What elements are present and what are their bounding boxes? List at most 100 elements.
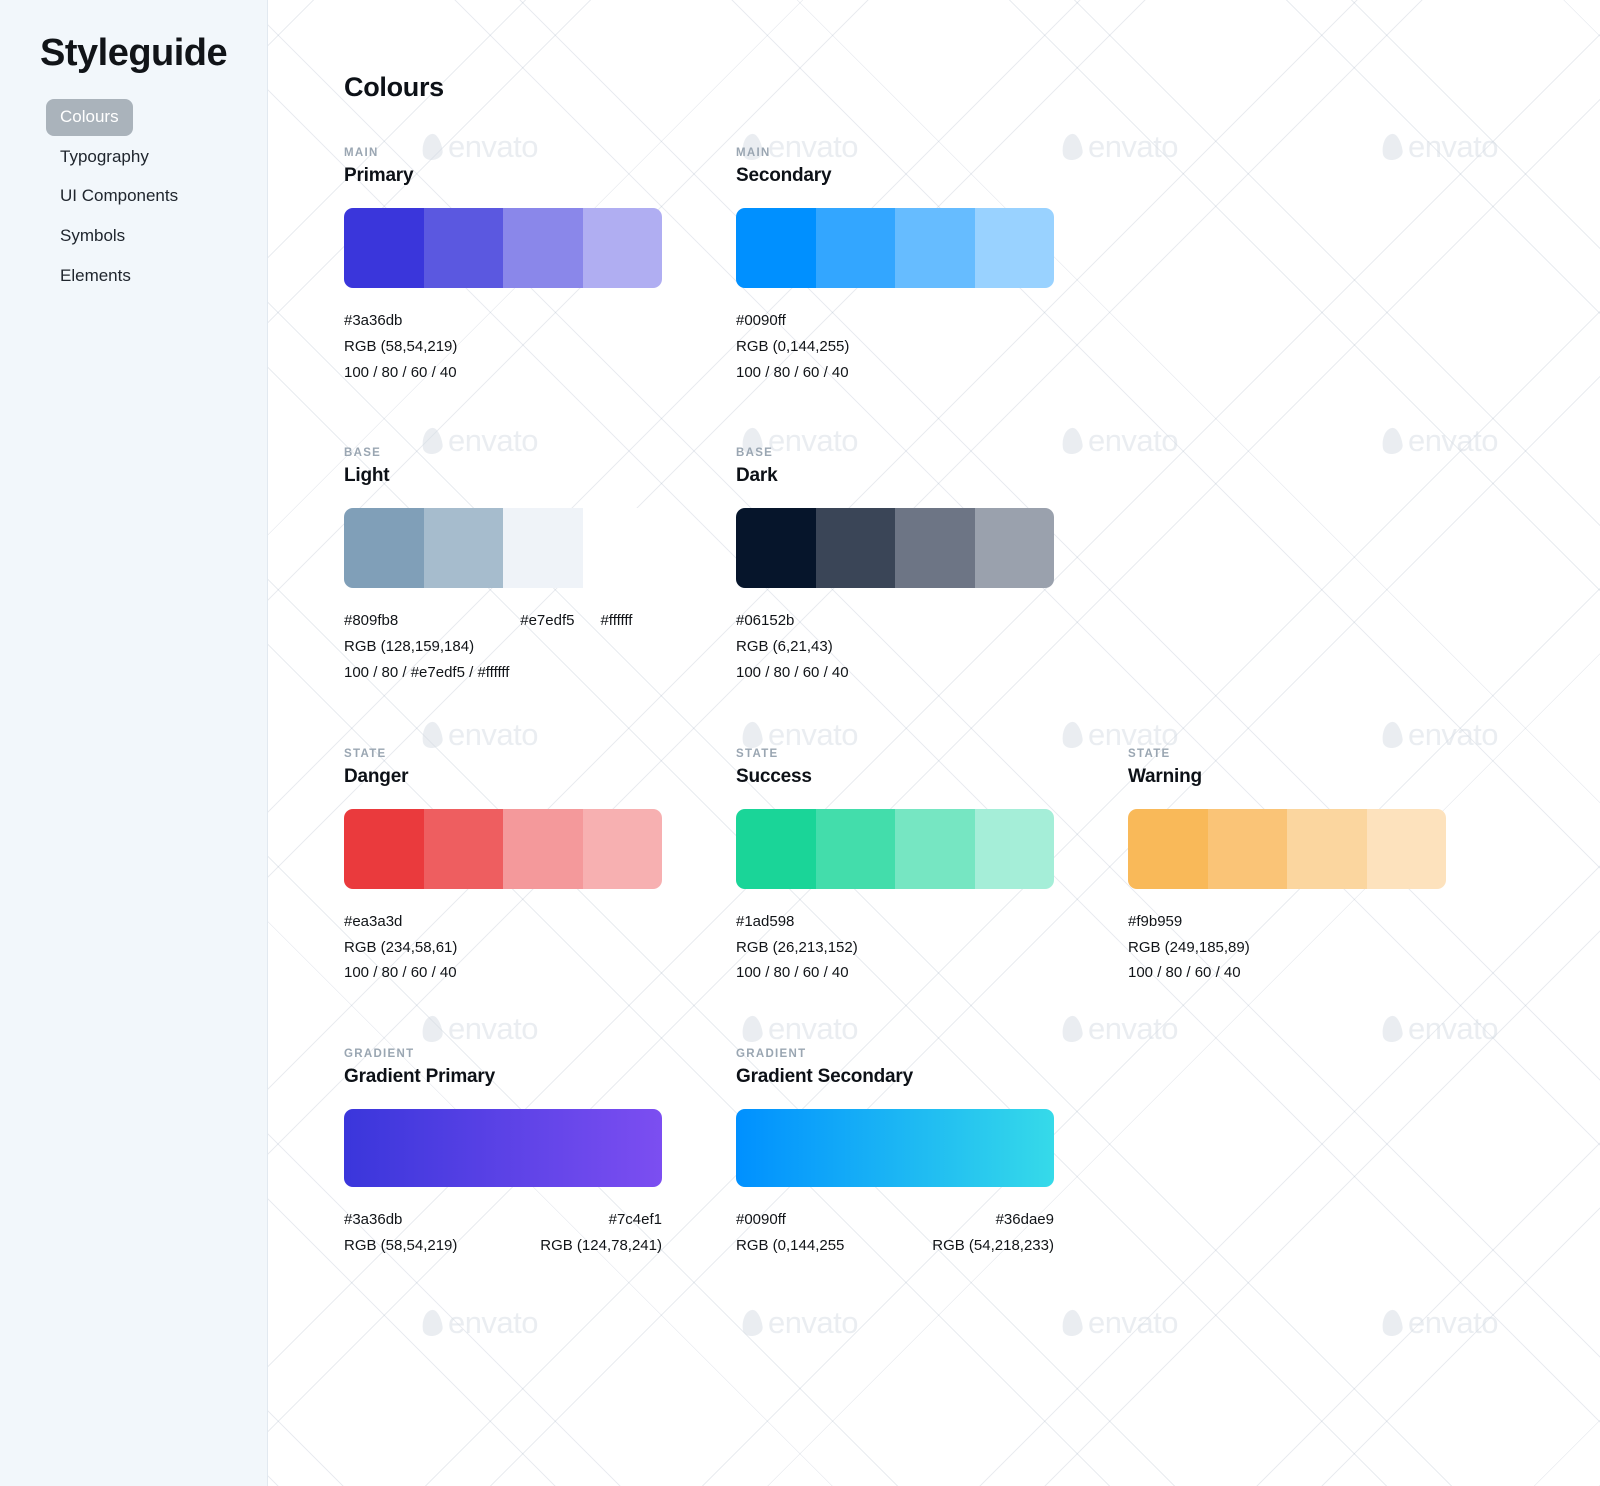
colour-segment[interactable] bbox=[1207, 808, 1287, 889]
styleguide-page: Styleguide Colours Typography UI Compone… bbox=[0, 0, 1600, 1486]
colour-segment[interactable] bbox=[895, 808, 975, 889]
colour-segment[interactable] bbox=[736, 508, 816, 589]
colour-segment[interactable] bbox=[423, 208, 503, 288]
colour-segment[interactable] bbox=[815, 808, 895, 889]
swatch-steps: 100 / 80 / #e7edf5 / #ffffff bbox=[344, 663, 510, 681]
swatch-card-dark: BASE Dark #06152b RGB (6,21,43) 100 / 80… bbox=[736, 447, 1066, 685]
gradient-rgb-row: RGB (58,54,219) RGB (124,78,241) bbox=[344, 1233, 662, 1259]
swatch-rgb: RGB (234,58,61) bbox=[344, 938, 458, 956]
colour-segment[interactable] bbox=[895, 508, 975, 589]
gradient-hex-to: #7c4ef1 bbox=[608, 1211, 662, 1229]
colour-segment[interactable] bbox=[815, 208, 895, 288]
swatch-hex: #0090ff bbox=[736, 312, 786, 329]
sidebar-nav: Colours Typography UI Components Symbols… bbox=[0, 99, 267, 297]
swatch-card-success: STATE Success #1ad598 RGB (26,213,152) 1… bbox=[736, 748, 1066, 986]
colour-segment[interactable] bbox=[736, 808, 816, 889]
swatch-steps: 100 / 80 / 60 / 40 bbox=[1128, 964, 1241, 982]
swatch-steps: 100 / 80 / 60 / 40 bbox=[736, 964, 849, 982]
colour-segment[interactable] bbox=[1128, 808, 1208, 889]
swatch-kicker: GRADIENT bbox=[344, 1048, 415, 1061]
sidebar: Styleguide Colours Typography UI Compone… bbox=[0, 0, 268, 1486]
swatch-name: Success bbox=[736, 765, 812, 787]
swatch-name: Warning bbox=[1128, 765, 1202, 787]
colour-bar-primary[interactable] bbox=[344, 208, 662, 288]
grid-spacer bbox=[1128, 147, 1520, 385]
colour-segment[interactable] bbox=[503, 808, 583, 889]
gradient-hex-from: #0090ff bbox=[736, 1211, 786, 1229]
swatch-rgb: RGB (249,185,89) bbox=[1128, 938, 1250, 956]
swatch-hex: #ea3a3d bbox=[344, 912, 403, 930]
gradient-bar-secondary[interactable] bbox=[736, 1109, 1054, 1188]
swatch-rgb: RGB (0,144,255) bbox=[736, 337, 850, 355]
colour-segment[interactable] bbox=[344, 508, 424, 589]
swatch-name: Light bbox=[344, 465, 390, 487]
sidebar-item-typography[interactable]: Typography bbox=[46, 139, 163, 176]
gradient-hex-from: #3a36db bbox=[344, 1211, 403, 1229]
colour-segment[interactable] bbox=[503, 208, 583, 288]
swatch-name: Gradient Secondary bbox=[736, 1066, 913, 1088]
gradient-hex-row: #0090ff #36dae9 bbox=[736, 1207, 1054, 1233]
swatch-rgb: RGB (6,21,43) bbox=[736, 638, 833, 656]
colour-segment[interactable] bbox=[582, 208, 662, 288]
swatch-rgb: RGB (58,54,219) bbox=[344, 337, 458, 355]
swatch-name: Gradient Primary bbox=[344, 1066, 495, 1088]
sidebar-item-colours[interactable]: Colours bbox=[46, 99, 133, 136]
gradient-rgb-row: RGB (0,144,255 RGB (54,218,233) bbox=[736, 1233, 1054, 1259]
swatch-hex-end: #ffffff bbox=[600, 612, 633, 630]
colour-bar-danger[interactable] bbox=[344, 808, 662, 889]
colour-bar-secondary[interactable] bbox=[736, 208, 1054, 288]
colour-segment[interactable] bbox=[503, 508, 583, 589]
section-title: Colours bbox=[344, 72, 444, 102]
colour-bar-dark[interactable] bbox=[736, 508, 1054, 589]
gradient-hex-to: #36dae9 bbox=[995, 1211, 1054, 1229]
colour-bar-success[interactable] bbox=[736, 808, 1054, 889]
swatch-kicker: STATE bbox=[1128, 747, 1171, 760]
swatch-card-gradient-secondary: GRADIENT Gradient Secondary #0090ff #36d… bbox=[736, 1048, 1066, 1259]
swatch-steps: 100 / 80 / 60 / 40 bbox=[736, 363, 849, 381]
colour-segment[interactable] bbox=[736, 208, 816, 288]
page-title: Styleguide bbox=[40, 32, 228, 74]
colour-swatch-grid: MAIN Primary #3a36db RGB (58,54,219) 100… bbox=[344, 147, 1600, 1259]
swatch-name: Primary bbox=[344, 165, 414, 186]
colour-segment[interactable] bbox=[1287, 808, 1367, 889]
colour-segment[interactable] bbox=[815, 508, 895, 589]
colour-segment[interactable] bbox=[974, 208, 1054, 288]
swatch-kicker: STATE bbox=[736, 747, 779, 760]
colour-bar-warning[interactable] bbox=[1128, 808, 1446, 889]
colour-bar-light[interactable] bbox=[344, 508, 662, 589]
colour-segment[interactable] bbox=[582, 808, 662, 889]
colour-segment[interactable] bbox=[974, 808, 1054, 889]
sidebar-item-symbols[interactable]: Symbols bbox=[46, 218, 139, 255]
colour-segment[interactable] bbox=[974, 508, 1054, 589]
swatch-hex-mid: #e7edf5 bbox=[520, 612, 575, 630]
gradient-rgb-from: RGB (0,144,255 bbox=[736, 1236, 845, 1254]
swatch-name: Danger bbox=[344, 765, 409, 787]
colour-segment[interactable] bbox=[423, 508, 503, 589]
colour-segment[interactable] bbox=[344, 208, 424, 288]
swatch-hex: #3a36db bbox=[344, 312, 403, 329]
swatch-rgb: RGB (128,159,184) bbox=[344, 638, 475, 656]
gradient-hex-row: #3a36db #7c4ef1 bbox=[344, 1207, 662, 1233]
gradient-rgb-to: RGB (54,218,233) bbox=[932, 1236, 1054, 1254]
colour-segment[interactable] bbox=[344, 808, 424, 889]
swatch-kicker: MAIN bbox=[344, 147, 379, 159]
swatch-name: Dark bbox=[736, 465, 778, 487]
swatch-rgb: RGB (26,213,152) bbox=[736, 938, 858, 956]
gradient-bar-primary[interactable] bbox=[344, 1109, 662, 1188]
swatch-hex-row: #809fb8 #e7edf5 #ffffff bbox=[344, 608, 662, 634]
colour-segment[interactable] bbox=[1366, 808, 1446, 889]
sidebar-item-ui-components[interactable]: UI Components bbox=[46, 178, 192, 215]
swatch-hex: #809fb8 bbox=[344, 612, 399, 630]
swatch-kicker: BASE bbox=[736, 447, 774, 460]
swatch-hex: #1ad598 bbox=[736, 912, 795, 930]
sidebar-item-elements[interactable]: Elements bbox=[46, 258, 145, 295]
colour-segment[interactable] bbox=[582, 508, 662, 589]
colour-segment[interactable] bbox=[423, 808, 503, 889]
swatch-card-danger: STATE Danger #ea3a3d RGB (234,58,61) 100… bbox=[344, 748, 674, 986]
swatch-hex: #f9b959 bbox=[1128, 912, 1183, 930]
swatch-kicker: STATE bbox=[344, 747, 387, 760]
swatch-card-primary: MAIN Primary #3a36db RGB (58,54,219) 100… bbox=[344, 147, 674, 385]
swatch-steps: 100 / 80 / 60 / 40 bbox=[344, 964, 457, 982]
colour-segment[interactable] bbox=[895, 208, 975, 288]
swatch-steps: 100 / 80 / 60 / 40 bbox=[736, 663, 849, 681]
